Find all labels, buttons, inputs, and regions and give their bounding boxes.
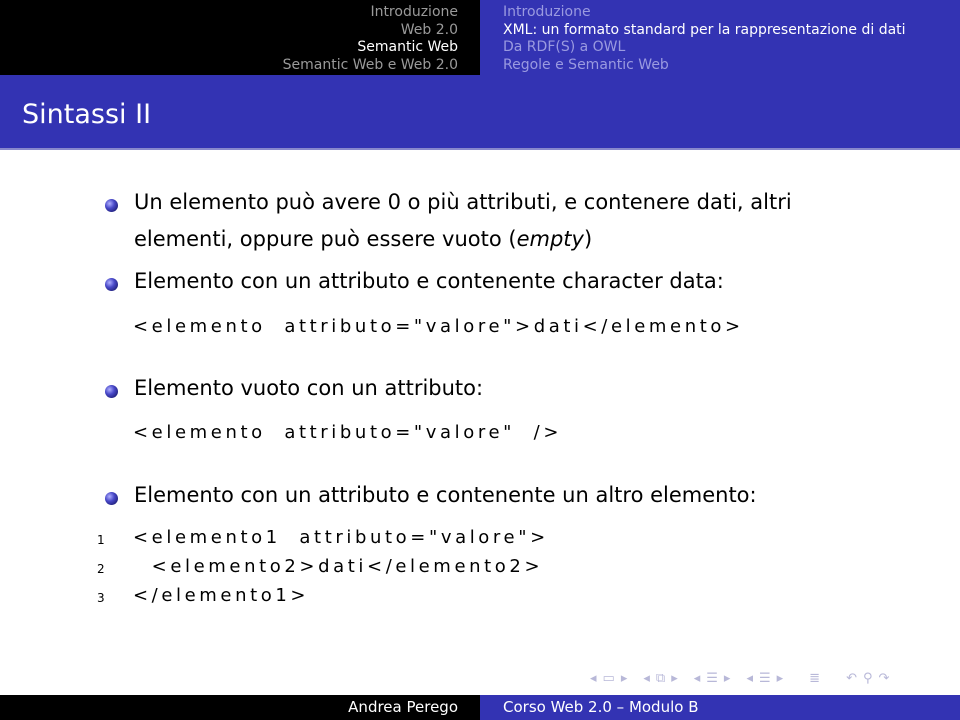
frame-icon[interactable]: ▭: [603, 671, 615, 686]
bullet-ball-icon: [105, 385, 118, 398]
line-number: 3: [97, 591, 105, 605]
prev-subsection-icon[interactable]: ◂: [643, 671, 650, 686]
code-line: <elemento attributo="valore">dati</eleme…: [133, 316, 744, 337]
bullet-item: Elemento con un attributo e contenente u…: [105, 483, 757, 514]
bullet-item: Elemento vuoto con un attributo:: [105, 376, 483, 407]
next-section-icon[interactable]: ▸: [724, 671, 731, 686]
text-span: ): [583, 227, 593, 251]
bullet-text: Elemento con un attributo e contenente c…: [134, 269, 724, 293]
footer-course: Corso Web 2.0 – Modulo B: [480, 695, 960, 720]
section-semantic-web-e-web20[interactable]: Semantic Web e Web 2.0: [283, 57, 458, 75]
next-frame-icon[interactable]: ▸: [621, 671, 628, 686]
bullet-item: Un elemento può avere 0 o più attributi,…: [105, 190, 792, 258]
subsection-icon[interactable]: ⧉: [656, 671, 665, 686]
code-line: <elemento attributo="valore" />: [133, 422, 563, 443]
slide-icon[interactable]: ☰: [759, 671, 771, 686]
undo-icon[interactable]: ↶: [846, 671, 857, 686]
title-bar: Sintassi II: [0, 75, 960, 150]
bullet-item: Elemento con un attributo e contenente c…: [105, 269, 724, 300]
section-web20[interactable]: Web 2.0: [401, 22, 458, 40]
next-slide-icon[interactable]: ▸: [777, 671, 784, 686]
subsection-nav: Introduzione XML: un formato standard pe…: [480, 0, 960, 75]
bullet-ball-icon: [105, 199, 118, 212]
slide-title: Sintassi II: [22, 99, 152, 130]
section-introduzione[interactable]: Introduzione: [370, 4, 458, 22]
bullet-ball-icon: [105, 492, 118, 505]
text-span: elementi, oppure può essere vuoto (: [134, 227, 517, 251]
subsection-regole[interactable]: Regole e Semantic Web: [503, 57, 669, 75]
line-number: 2: [97, 562, 105, 576]
bullet-text: Elemento con un attributo e contenente u…: [134, 483, 757, 507]
section-semantic-web[interactable]: Semantic Web: [357, 39, 458, 57]
bullet-line: Un elemento può avere 0 o più attributi,…: [134, 190, 792, 214]
listing-line: <elemento1 attributo="valore">: [133, 527, 549, 548]
header: Introduzione Web 2.0 Semantic Web Semant…: [0, 0, 960, 75]
emphasis-text: empty: [516, 227, 584, 251]
listing-line: <elemento2>dati</elemento2>: [133, 556, 544, 577]
bullet-text: Un elemento può avere 0 o più attributi,…: [134, 184, 792, 258]
prev-section-icon[interactable]: ◂: [694, 671, 701, 686]
search-icon[interactable]: ⚲: [863, 671, 873, 686]
subsection-introduzione[interactable]: Introduzione: [503, 4, 591, 22]
prev-slide-icon[interactable]: ◂: [746, 671, 753, 686]
footer-author: Andrea Perego: [0, 695, 480, 720]
section-icon[interactable]: ☰: [706, 671, 718, 686]
section-nav: Introduzione Web 2.0 Semantic Web Semant…: [0, 0, 480, 75]
listing-line: </elemento1>: [133, 585, 310, 606]
redo-icon[interactable]: ↷: [879, 671, 890, 686]
subsection-xml[interactable]: XML: un formato standard per la rapprese…: [503, 22, 906, 40]
prev-frame-icon[interactable]: ◂: [590, 671, 597, 686]
footer: Andrea Perego Corso Web 2.0 – Modulo B: [0, 695, 960, 720]
line-number: 1: [97, 533, 105, 547]
bullet-line: elementi, oppure può essere vuoto (empty…: [134, 221, 792, 258]
subsection-rdfs-owl[interactable]: Da RDF(S) a OWL: [503, 39, 625, 57]
bullet-ball-icon: [105, 278, 118, 291]
bullet-text: Elemento vuoto con un attributo:: [134, 376, 484, 400]
align-icon[interactable]: ≣: [809, 671, 820, 686]
next-subsection-icon[interactable]: ▸: [671, 671, 678, 686]
beamer-navigation: ◂ ▭ ▸ ◂ ⧉ ▸ ◂ ☰ ▸ ◂ ☰ ▸ ≣ ↶ ⚲ ↷: [590, 671, 889, 686]
